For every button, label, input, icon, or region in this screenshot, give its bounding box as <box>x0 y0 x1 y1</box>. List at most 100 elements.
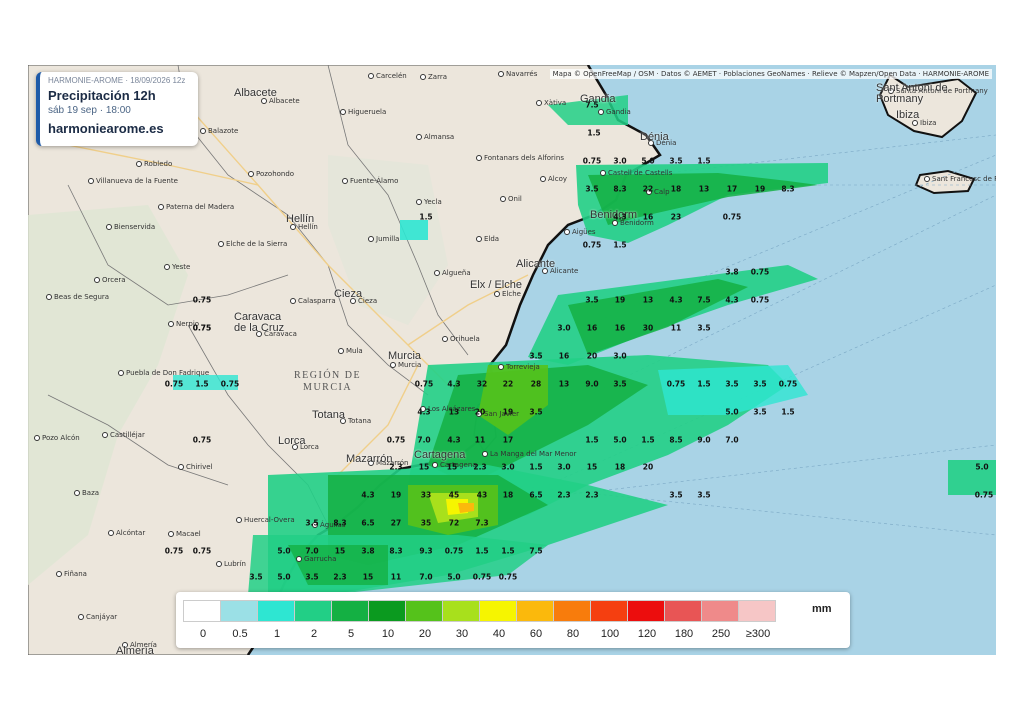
place-name: Canjáyar <box>86 613 118 621</box>
legend-label: 0 <box>199 628 207 640</box>
place-name: Pozohondo <box>256 170 295 178</box>
place-label[interactable]: Gandia <box>598 108 631 116</box>
precip-value: 15 <box>586 462 598 472</box>
precip-value: 15 <box>446 462 458 472</box>
place-label[interactable]: Paterna del Madera <box>158 203 234 211</box>
legend-label: 5 <box>347 628 355 640</box>
precip-value: 3.5 <box>305 572 319 582</box>
place-label[interactable]: Robledo <box>136 160 172 168</box>
place-label[interactable]: Balazote <box>200 127 238 135</box>
place-label[interactable]: Zarra <box>420 73 447 81</box>
place-label[interactable]: Castell de Castells <box>600 169 672 177</box>
precip-value: 7.5 <box>585 100 599 110</box>
precip-value: 5.0 <box>277 572 291 582</box>
precip-value: 16 <box>558 351 570 361</box>
place-name: Paterna del Madera <box>166 203 235 211</box>
place-dot-icon <box>164 264 170 270</box>
place-label[interactable]: Mula <box>338 347 363 355</box>
place-label[interactable]: Onil <box>500 195 522 203</box>
place-label[interactable]: Canjáyar <box>78 613 117 621</box>
precip-value: 0.75 <box>974 490 994 500</box>
place-label[interactable]: Lubrín <box>216 560 246 568</box>
precip-value: 5.0 <box>277 546 291 556</box>
place-label[interactable]: Orcera <box>94 276 126 284</box>
place-dot-icon <box>342 178 348 184</box>
precip-value: 3.8 <box>361 546 375 556</box>
legend-swatch <box>257 600 295 622</box>
place-dot-icon <box>924 176 930 182</box>
place-label[interactable]: Higueruela <box>340 108 386 116</box>
place-dot-icon <box>296 556 302 562</box>
place-label[interactable]: Yeste <box>164 263 190 271</box>
place-dot-icon <box>494 291 500 297</box>
place-label[interactable]: Alcóntar <box>108 529 145 537</box>
place-label[interactable]: Elche <box>494 290 521 298</box>
place-dot-icon <box>136 161 142 167</box>
place-label[interactable]: Villanueva de la Fuente <box>88 177 178 185</box>
map-attribution: Mapa © OpenFreeMap / OSM · Datos © AEMET… <box>549 69 992 79</box>
place-label[interactable]: La Manga del Mar Menor <box>482 450 576 458</box>
place-label[interactable]: Murcia <box>390 361 421 369</box>
place-label[interactable]: Xàtiva <box>536 99 566 107</box>
place-name: San Javier <box>484 410 520 418</box>
city-label: Dénia <box>640 131 669 143</box>
place-name: Huercal-Overa <box>244 516 295 524</box>
legend-label: 30 <box>455 628 469 640</box>
precip-value: 19 <box>614 295 626 305</box>
place-label[interactable]: Huercal-Overa <box>236 516 295 524</box>
place-name: Navarrés <box>506 70 538 78</box>
place-label[interactable]: Yecla <box>416 198 442 206</box>
place-label[interactable]: Calasparra <box>290 297 336 305</box>
place-label[interactable]: Aigües <box>564 228 596 236</box>
place-dot-icon <box>390 362 396 368</box>
place-dot-icon <box>216 561 222 567</box>
place-label[interactable]: Sant Francesc de Formentera <box>924 175 996 183</box>
place-label[interactable]: Fiñana <box>56 570 87 578</box>
place-label[interactable]: Garrucha <box>296 555 336 563</box>
place-label[interactable]: Jumilla <box>368 235 399 243</box>
precip-value: 3.5 <box>585 295 599 305</box>
place-name: Macael <box>176 530 201 538</box>
site-link[interactable]: harmoniearome.es <box>48 121 190 136</box>
precip-value: 8.3 <box>389 546 403 556</box>
place-label[interactable]: Carcelén <box>368 72 407 80</box>
legend-label: 80 <box>566 628 580 640</box>
place-label[interactable]: Bienservida <box>106 223 155 231</box>
place-label[interactable]: Algueña <box>434 269 471 277</box>
place-label[interactable]: Castilléjar <box>102 431 145 439</box>
place-label[interactable]: Puebla de Don Fadrique <box>118 369 209 377</box>
place-name: Cartagena <box>440 461 477 469</box>
place-label[interactable]: Torrevieja <box>498 363 540 371</box>
place-label[interactable]: Pozo Alcón <box>34 434 80 442</box>
place-label[interactable]: Baza <box>74 489 99 497</box>
place-dot-icon <box>476 155 482 161</box>
place-label[interactable]: Macael <box>168 530 201 538</box>
place-name: Aigües <box>572 228 596 236</box>
place-label[interactable]: Chirivel <box>178 463 213 471</box>
place-name: Murcia <box>398 361 422 369</box>
map-canvas[interactable]: Carcelén Zarra Navarrés Xàtiva Albacete Higue… <box>28 65 996 655</box>
precip-value: 3.0 <box>613 156 627 166</box>
city-label: Ibiza <box>896 109 920 121</box>
place-label[interactable]: Navarrés <box>498 70 537 78</box>
precip-value: 3.0 <box>557 462 571 472</box>
precip-value: 0.75 <box>164 379 184 389</box>
precip-value: 22 <box>502 379 514 389</box>
place-label[interactable]: Almansa <box>416 133 454 141</box>
place-label[interactable]: Beas de Segura <box>46 293 109 301</box>
place-label[interactable]: Orihuela <box>442 335 480 343</box>
place-label[interactable]: Alcoy <box>540 175 567 183</box>
place-name: Baza <box>82 489 100 497</box>
place-label[interactable]: Elda <box>476 235 499 243</box>
place-name: Calasparra <box>298 297 336 305</box>
place-name: Balazote <box>208 127 239 135</box>
place-label[interactable]: Fuente-Álamo <box>342 177 398 185</box>
precip-value: 4.3 <box>417 407 431 417</box>
precip-value: 19 <box>390 490 402 500</box>
place-dot-icon <box>368 236 374 242</box>
place-label[interactable]: Pozohondo <box>248 170 294 178</box>
precip-value: 3.0 <box>557 323 571 333</box>
place-label[interactable]: Fontanars dels Alforins <box>476 154 564 162</box>
place-label[interactable]: Elche de la Sierra <box>218 240 287 248</box>
precip-value: 3.5 <box>669 156 683 166</box>
